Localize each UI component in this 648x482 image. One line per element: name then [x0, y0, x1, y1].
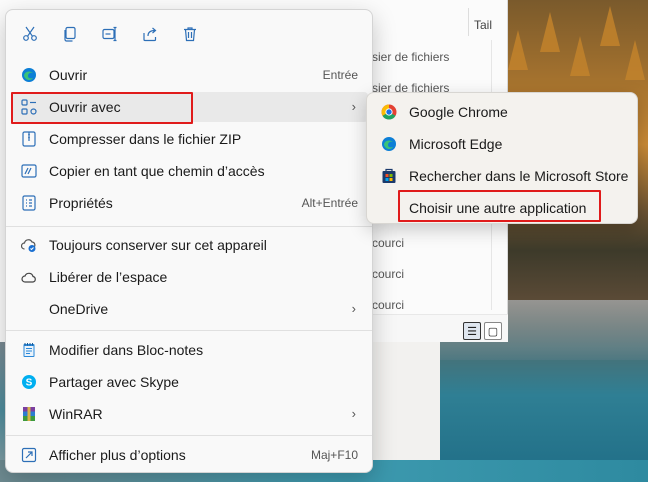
- submenu-item-edge[interactable]: Microsoft Edge: [371, 129, 635, 159]
- menu-separator: [6, 435, 372, 436]
- menu-item-label: Partager avec Skype: [49, 374, 179, 390]
- properties-icon: [21, 195, 37, 211]
- menu-item-label: Compresser dans le fichier ZIP: [49, 131, 242, 147]
- file-row-type[interactable]: sier de fichiers: [372, 50, 449, 64]
- shortcut-label: Alt+Entrée: [301, 196, 358, 210]
- skype-icon: S: [21, 374, 37, 390]
- winrar-icon: [21, 406, 37, 422]
- submenu-item-label: Google Chrome: [409, 104, 508, 120]
- choose-app-highlight-box: [398, 190, 601, 222]
- menu-item-label: Libérer de l’espace: [49, 269, 168, 285]
- menu-item-label: OneDrive: [49, 301, 109, 317]
- copy-path-icon: [21, 163, 37, 179]
- menu-item-label: Propriétés: [49, 195, 113, 211]
- cloud-sync-icon: [21, 237, 37, 253]
- menu-item-free-up-space[interactable]: Libérer de l’espace: [12, 262, 368, 292]
- menu-item-copy-path[interactable]: Copier en tant que chemin d’accès: [12, 156, 368, 186]
- menu-separator: [6, 226, 372, 227]
- menu-item-open[interactable]: Ouvrir Entrée: [12, 60, 368, 90]
- chevron-right-icon: ›: [351, 301, 356, 316]
- chevron-right-icon: ›: [351, 406, 356, 421]
- menu-item-label: Ouvrir: [49, 67, 88, 83]
- store-icon: [381, 168, 397, 184]
- submenu-item-store-search[interactable]: Rechercher dans le Microsoft Store: [371, 161, 635, 191]
- submenu-item-label: Microsoft Edge: [409, 136, 503, 152]
- open-with-highlight-box: [11, 92, 193, 124]
- trash-icon[interactable]: [178, 22, 202, 46]
- svg-text:S: S: [26, 378, 33, 389]
- more-options-icon: [21, 447, 37, 463]
- menu-item-edit-notepad[interactable]: Modifier dans Bloc-notes: [12, 335, 368, 365]
- menu-item-label: WinRAR: [49, 406, 103, 422]
- notepad-icon: [21, 342, 37, 358]
- menu-separator: [6, 330, 372, 331]
- column-divider: [468, 8, 469, 36]
- submenu-item-label: Rechercher dans le Microsoft Store: [409, 168, 629, 184]
- context-menu-toolbar: [6, 10, 372, 56]
- menu-item-label: Afficher plus d’options: [49, 447, 186, 463]
- edge-icon: [21, 67, 37, 83]
- share-icon[interactable]: [138, 22, 162, 46]
- shortcut-label: Entrée: [322, 68, 358, 82]
- details-view-button[interactable]: ☰: [463, 322, 481, 340]
- menu-item-label: Toujours conserver sur cet appareil: [49, 237, 267, 253]
- scissors-icon[interactable]: [18, 22, 42, 46]
- menu-item-label: Copier en tant que chemin d’accès: [49, 163, 265, 179]
- file-row-type[interactable]: courci: [372, 236, 404, 250]
- menu-item-onedrive[interactable]: OneDrive ›: [12, 294, 368, 324]
- column-header-size[interactable]: Tail: [474, 18, 492, 32]
- menu-item-label: Modifier dans Bloc-notes: [49, 342, 204, 358]
- file-row-type[interactable]: courci: [372, 298, 404, 312]
- submenu-item-chrome[interactable]: Google Chrome: [371, 97, 635, 127]
- edge-icon: [381, 136, 397, 152]
- shortcut-label: Maj+F10: [310, 448, 358, 462]
- rename-icon[interactable]: [98, 22, 122, 46]
- zip-icon: [21, 131, 37, 147]
- tiles-view-button[interactable]: ▢: [484, 322, 502, 340]
- menu-item-show-more-options[interactable]: Afficher plus d’options Maj+F10: [12, 440, 368, 470]
- menu-item-properties[interactable]: Propriétés Alt+Entrée: [12, 188, 368, 218]
- copy-icon[interactable]: [58, 22, 82, 46]
- chevron-right-icon: ›: [351, 99, 356, 114]
- menu-item-share-skype[interactable]: S Partager avec Skype: [12, 367, 368, 397]
- chrome-icon: [381, 104, 397, 120]
- menu-item-winrar[interactable]: WinRAR ›: [12, 399, 368, 429]
- menu-item-keep-on-device[interactable]: Toujours conserver sur cet appareil: [12, 230, 368, 260]
- cloud-icon: [21, 269, 37, 285]
- context-menu: Ouvrir Entrée Ouvrir avec › Compresser d…: [5, 9, 373, 473]
- file-row-type[interactable]: courci: [372, 267, 404, 281]
- menu-item-compress-zip[interactable]: Compresser dans le fichier ZIP: [12, 124, 368, 154]
